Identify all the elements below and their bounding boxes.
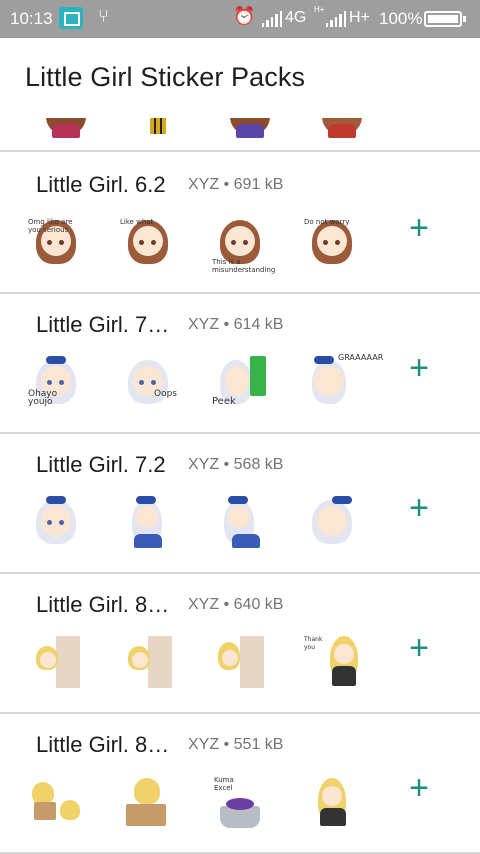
- sticker-pack-item[interactable]: Little Girl. 7.2 XYZ • 568 kB +: [0, 434, 480, 574]
- meta-separator: •: [223, 456, 230, 473]
- sticker-image: Like what: [120, 214, 175, 269]
- sticker-caption: Peek: [212, 396, 236, 407]
- pack-publisher: XYZ: [188, 176, 220, 193]
- sticker-image: [28, 634, 83, 689]
- sticker-image: [304, 494, 359, 549]
- pack-publisher: XYZ: [188, 316, 220, 333]
- battery-icon: [424, 11, 466, 27]
- sticker-image: [212, 494, 267, 549]
- pack-name: Little Girl. 6.2: [36, 172, 166, 197]
- pack-size: 640 kB: [233, 596, 284, 613]
- sticker-caption: Like what: [120, 218, 154, 226]
- pack-publisher: XYZ: [188, 456, 220, 473]
- sticker-row: Omg like are you serious Like what This …: [28, 214, 359, 274]
- sticker-image: This is a misunderstanding: [212, 214, 275, 274]
- add-pack-button[interactable]: +: [402, 771, 436, 806]
- battery-percent: 100%: [379, 9, 423, 28]
- pack-meta: XYZ • 691 kB: [188, 176, 283, 194]
- add-pack-button[interactable]: +: [402, 211, 436, 246]
- pack-name: Little Girl. 8…: [36, 732, 170, 757]
- alarm-icon: ⏰: [233, 6, 256, 26]
- sticker-image: [304, 774, 359, 829]
- sticker-image: [28, 774, 83, 829]
- sticker-image: Omg like are you serious: [28, 214, 83, 269]
- sticker-image: Ohayo youjo: [28, 354, 83, 409]
- pack-name: Little Girl. 7.2: [36, 452, 166, 477]
- status-bar: 10:13 ⑂ ⏰ 4G H+ H+ 100%: [0, 0, 480, 38]
- pack-size: 614 kB: [233, 316, 284, 333]
- sticker-image: [222, 118, 277, 138]
- sticker-image: Thank you: [304, 634, 359, 689]
- sticker-caption: Kuma Excel: [214, 776, 234, 792]
- sticker-pack-item[interactable]: Little Girl. 8… XYZ • 640 kB Thank you +: [0, 574, 480, 714]
- sticker-row: Kuma Excel: [28, 774, 359, 829]
- sticker-caption: This is a misunderstanding: [212, 258, 276, 274]
- sticker-row: [38, 118, 369, 138]
- sticker-caption: Do not worry: [304, 218, 350, 226]
- sticker-row: [28, 494, 359, 549]
- sticker-caption: GRAAAAAR: [338, 353, 384, 362]
- meta-separator: •: [223, 176, 230, 193]
- sticker-image: Peek: [212, 354, 267, 409]
- page-title: Little Girl Sticker Packs: [25, 62, 306, 92]
- meta-separator: •: [223, 316, 230, 333]
- pack-name: Little Girl. 7…: [36, 312, 170, 337]
- network-type-label: 4G: [285, 9, 307, 26]
- sticker-caption: Thank you: [304, 636, 323, 651]
- sticker-row: Thank you: [28, 634, 359, 689]
- sticker-pack-item[interactable]: Little Girl. 8… XYZ • 551 kB Kuma Excel: [0, 714, 480, 854]
- sticker-image: GRAAAAAR: [304, 353, 384, 409]
- meta-separator: •: [223, 736, 230, 753]
- sticker-pack-item[interactable]: Little Girl. 7… XYZ • 614 kB Ohayo youjo…: [0, 294, 480, 434]
- pack-size: 551 kB: [233, 736, 284, 753]
- sticker-image: [28, 494, 83, 549]
- sticker-pack-item[interactable]: Little Girl. 6.2 XYZ • 691 kB Omg like a…: [0, 154, 480, 294]
- meta-separator: •: [223, 596, 230, 613]
- signal-2-icon: [326, 11, 347, 27]
- sticker-caption: Ohayo youjo: [28, 389, 58, 407]
- pack-meta: XYZ • 551 kB: [188, 736, 283, 754]
- sticker-image: Oops: [120, 354, 177, 409]
- pack-publisher: XYZ: [188, 596, 220, 613]
- sticker-image: [120, 494, 175, 549]
- pack-meta: XYZ • 640 kB: [188, 596, 283, 614]
- pack-meta: XYZ • 614 kB: [188, 316, 283, 334]
- usb-icon: ⑂: [98, 6, 109, 26]
- pack-name: Little Girl. 8…: [36, 592, 170, 617]
- sticker-row: Ohayo youjo Oops Peek GRAAAAAR: [28, 353, 384, 409]
- sticker-caption: Omg like are you serious: [28, 218, 73, 234]
- app-bar: Little Girl Sticker Packs: [0, 38, 480, 118]
- add-pack-button[interactable]: +: [402, 631, 436, 666]
- pack-size: 568 kB: [233, 456, 284, 473]
- pack-publisher: XYZ: [188, 736, 220, 753]
- sticker-image: [120, 774, 175, 829]
- sticker-image: Do not worry: [304, 214, 359, 269]
- sticker-image: [38, 118, 93, 138]
- sticker-image: [212, 634, 267, 689]
- add-pack-button[interactable]: +: [402, 491, 436, 526]
- pack-meta: XYZ • 568 kB: [188, 456, 283, 474]
- sticker-caption: Oops: [154, 389, 177, 399]
- sticker-image: [314, 118, 369, 138]
- pack-size: 691 kB: [233, 176, 284, 193]
- screenshot-icon: [59, 7, 83, 29]
- status-time: 10:13: [10, 9, 53, 28]
- sticker-image: [120, 634, 175, 689]
- network-sub-label: H+: [314, 5, 325, 14]
- sticker-image: Kuma Excel: [212, 774, 267, 829]
- network-type-2-label: H+: [349, 9, 370, 26]
- sticker-pack-list[interactable]: Little Girl. 6.2 XYZ • 691 kB Omg like a…: [0, 118, 480, 854]
- sticker-pack-partial[interactable]: [0, 118, 480, 152]
- add-pack-button[interactable]: +: [402, 351, 436, 386]
- signal-icon: [262, 11, 283, 27]
- sticker-image: [130, 118, 185, 138]
